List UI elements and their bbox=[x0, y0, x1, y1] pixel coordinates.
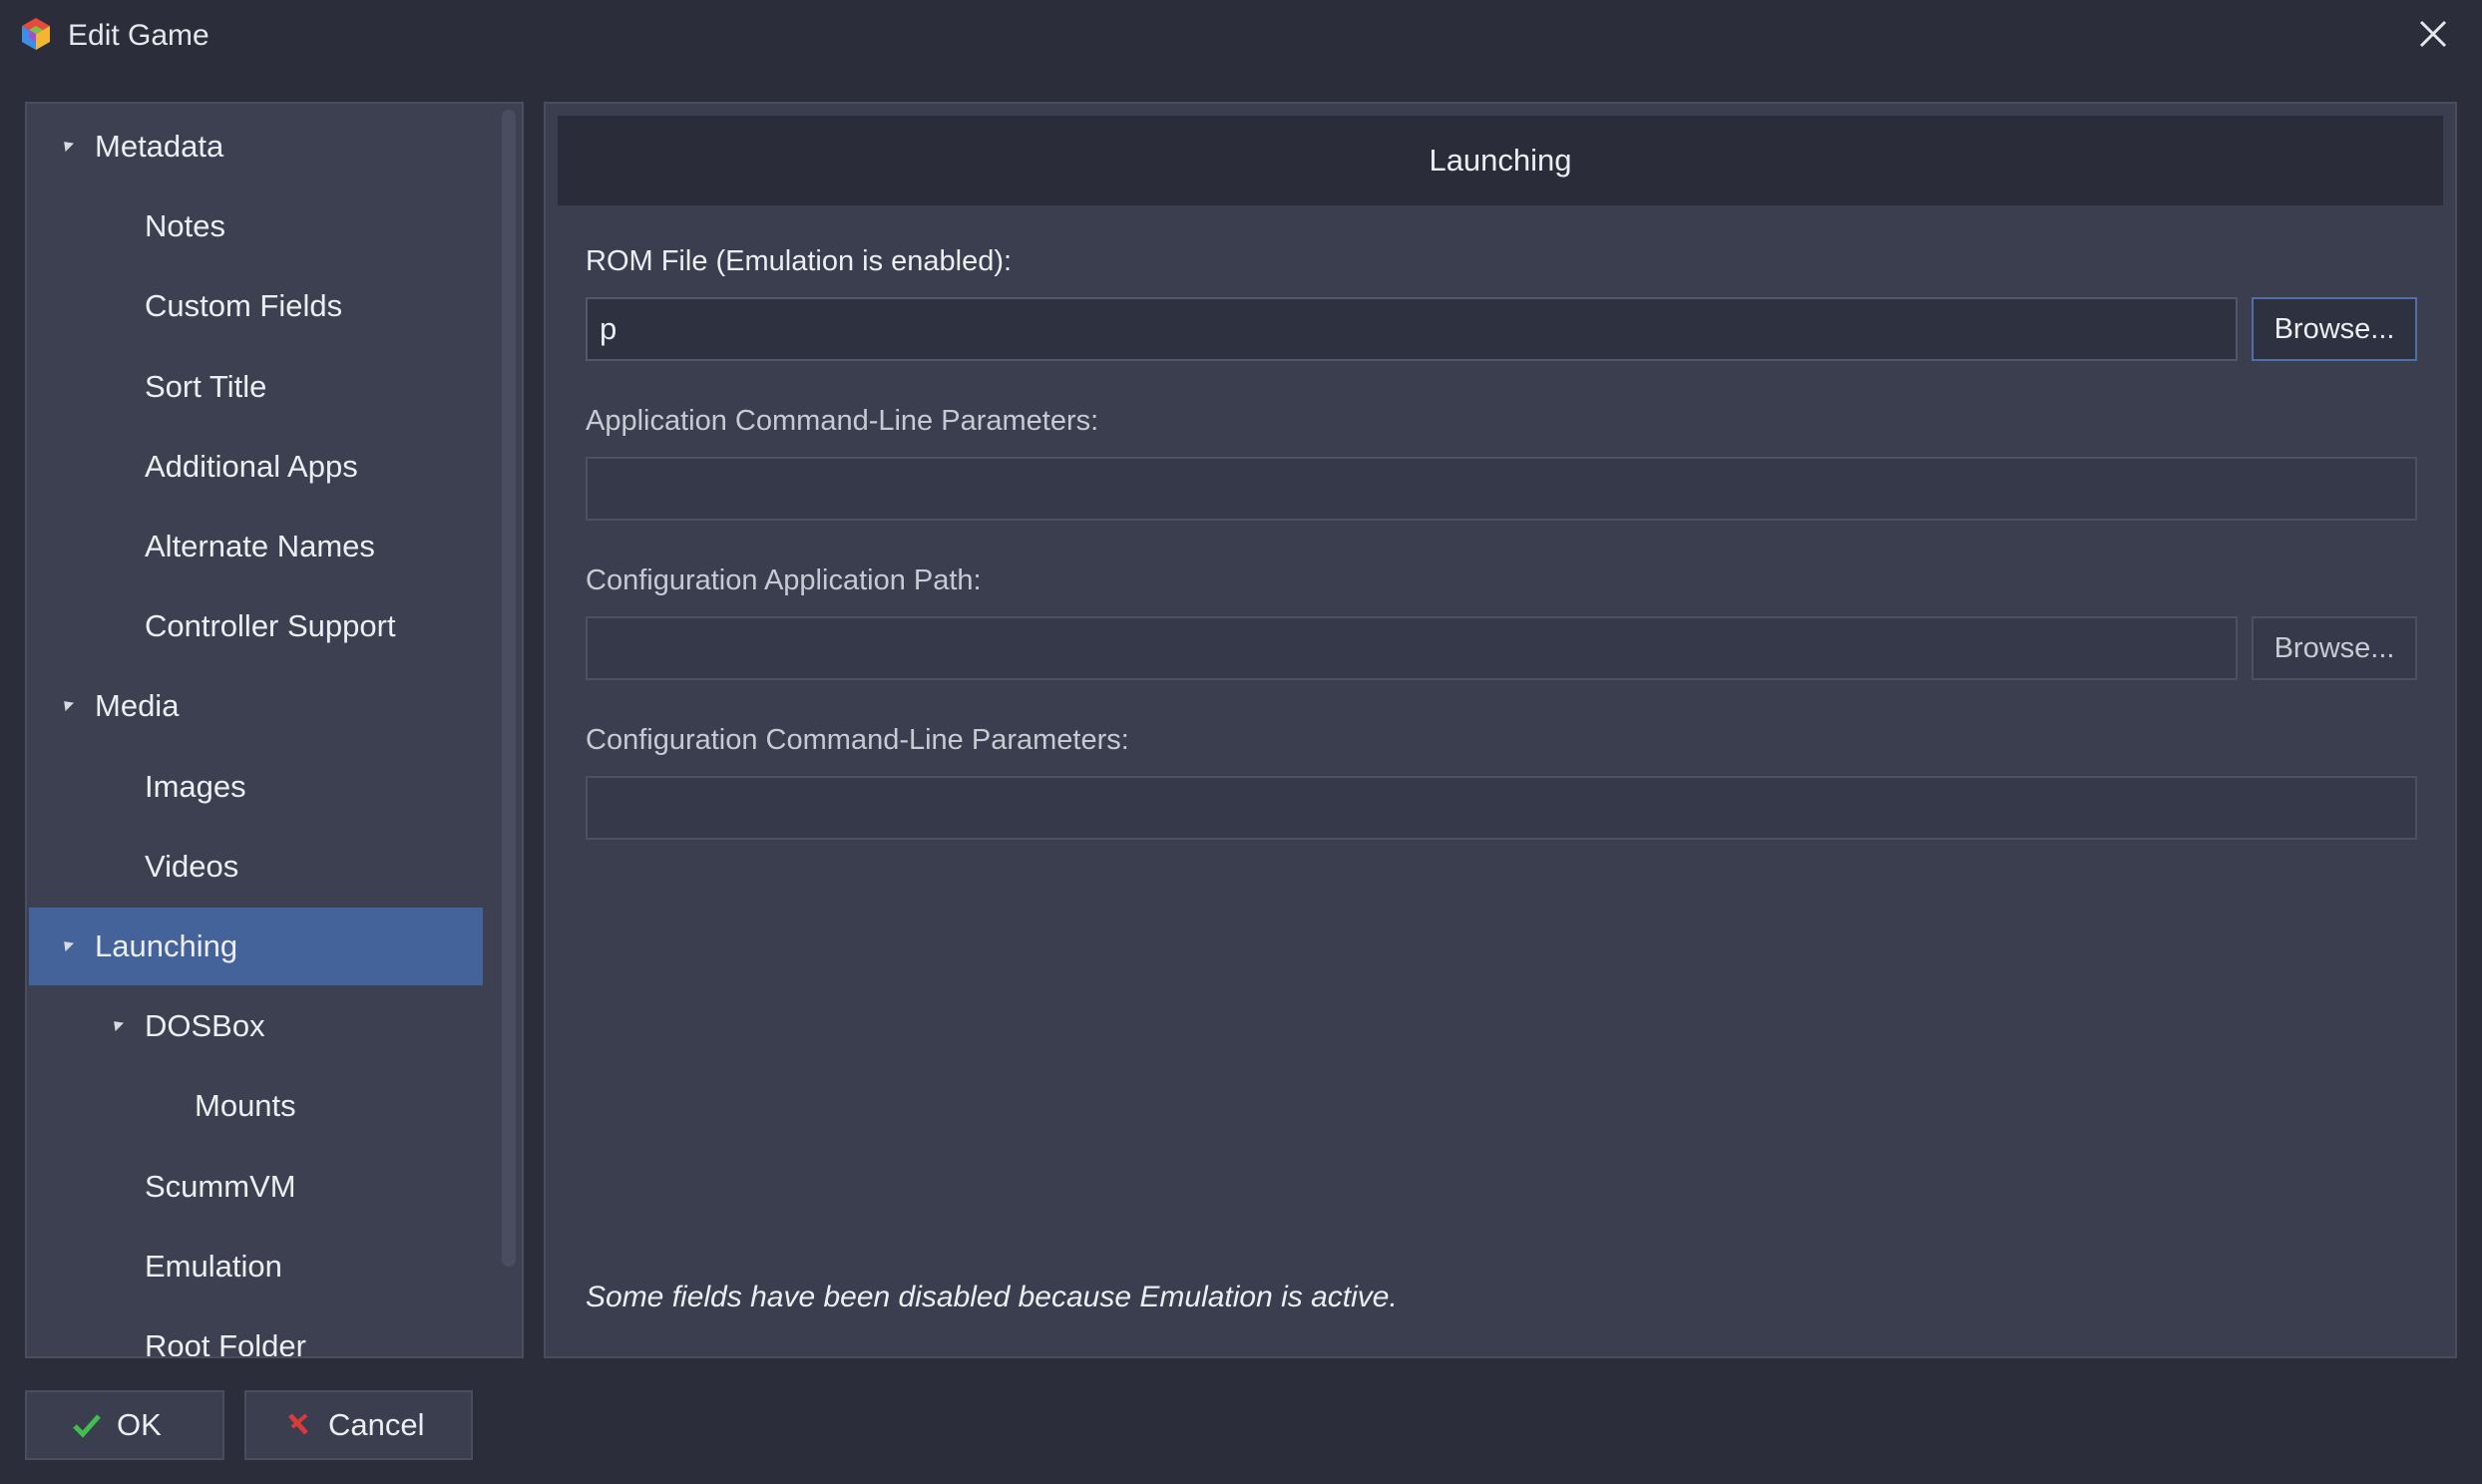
expand-arrow-icon[interactable] bbox=[59, 697, 75, 712]
sidebar-item-images[interactable]: Images bbox=[29, 748, 483, 826]
sidebar-item-label: ScummVM bbox=[145, 1168, 296, 1204]
edit-game-window: Edit Game Metadata Notes Custom Fields Sort… bbox=[0, 0, 2482, 1484]
panel-title: Launching bbox=[558, 116, 2443, 205]
rom-file-input[interactable] bbox=[586, 297, 2238, 361]
disabled-fields-note: Some fields have been disabled because E… bbox=[586, 1281, 1398, 1313]
sidebar-item-label: DOSBox bbox=[145, 1008, 265, 1044]
expand-arrow-icon[interactable] bbox=[59, 137, 75, 153]
sidebar-item-label: Videos bbox=[145, 848, 239, 884]
launchbox-cube-icon bbox=[22, 18, 50, 50]
sidebar-item-label: Launching bbox=[95, 928, 238, 963]
sidebar-item-custom-fields[interactable]: Custom Fields bbox=[29, 267, 483, 345]
config-browse-button[interactable]: Browse... bbox=[2252, 616, 2417, 680]
close-button[interactable] bbox=[2408, 12, 2456, 56]
sidebar-item-label: Controller Support bbox=[145, 608, 396, 644]
config-path-label: Configuration Application Path: bbox=[586, 564, 982, 596]
sidebar-item-label: Notes bbox=[145, 208, 225, 244]
sidebar-item-media[interactable]: Media bbox=[29, 667, 483, 745]
sidebar-item-label: Emulation bbox=[145, 1248, 282, 1284]
title-bar: Edit Game bbox=[0, 0, 2482, 70]
sidebar-item-scummvm[interactable]: ScummVM bbox=[29, 1148, 483, 1226]
launching-panel: Launching ROM File (Emulation is enabled… bbox=[544, 102, 2457, 1358]
config-params-input[interactable] bbox=[586, 776, 2417, 840]
sidebar-item-sort-title[interactable]: Sort Title bbox=[29, 348, 483, 426]
expand-arrow-icon[interactable] bbox=[59, 936, 75, 952]
sidebar-item-metadata[interactable]: Metadata bbox=[29, 108, 483, 186]
sidebar-item-label: Images bbox=[145, 768, 246, 804]
sidebar-item-dosbox[interactable]: DOSBox bbox=[29, 987, 483, 1065]
sidebar-item-videos[interactable]: Videos bbox=[29, 828, 483, 906]
sidebar-item-notes[interactable]: Notes bbox=[29, 187, 483, 265]
expand-arrow-icon[interactable] bbox=[109, 1017, 125, 1032]
sidebar-scrollbar[interactable] bbox=[502, 110, 516, 1267]
ok-label: OK bbox=[117, 1407, 162, 1442]
sidebar-item-label: Root Folder bbox=[145, 1328, 306, 1358]
window-title: Edit Game bbox=[68, 19, 209, 52]
sidebar-item-label: Additional Apps bbox=[145, 448, 358, 484]
sidebar-item-label: Mounts bbox=[195, 1088, 296, 1124]
app-params-input[interactable] bbox=[586, 457, 2417, 521]
sidebar-item-emulation[interactable]: Emulation bbox=[29, 1228, 483, 1305]
sidebar-item-label: Custom Fields bbox=[145, 288, 343, 324]
cancel-label: Cancel bbox=[328, 1407, 425, 1442]
checkmark-icon bbox=[73, 1414, 101, 1438]
sidebar-item-additional-apps[interactable]: Additional Apps bbox=[29, 428, 483, 506]
sidebar-item-label: Sort Title bbox=[145, 368, 267, 404]
sidebar-item-launching[interactable]: Launching bbox=[29, 908, 483, 985]
rom-browse-button[interactable]: Browse... bbox=[2252, 297, 2417, 361]
app-params-label: Application Command-Line Parameters: bbox=[586, 405, 1099, 437]
sidebar-item-alternate-names[interactable]: Alternate Names bbox=[29, 508, 483, 585]
sidebar-item-label: Media bbox=[95, 688, 180, 724]
cancel-button[interactable]: Cancel bbox=[244, 1390, 473, 1460]
sidebar-item-mounts[interactable]: Mounts bbox=[29, 1067, 483, 1145]
sidebar-item-label: Metadata bbox=[95, 129, 224, 164]
rom-file-label: ROM File (Emulation is enabled): bbox=[586, 245, 1013, 277]
config-params-label: Configuration Command-Line Parameters: bbox=[586, 724, 1129, 756]
sidebar-item-root-folder[interactable]: Root Folder bbox=[29, 1307, 483, 1358]
close-icon bbox=[2419, 20, 2447, 48]
config-path-input[interactable] bbox=[586, 616, 2238, 680]
sidebar-item-label: Alternate Names bbox=[145, 529, 375, 563]
red-x-icon bbox=[288, 1413, 308, 1435]
ok-button[interactable]: OK bbox=[25, 1390, 224, 1460]
sidebar-item-controller-support[interactable]: Controller Support bbox=[29, 587, 483, 665]
sidebar-tree: Metadata Notes Custom Fields Sort Title Addi… bbox=[25, 102, 524, 1358]
